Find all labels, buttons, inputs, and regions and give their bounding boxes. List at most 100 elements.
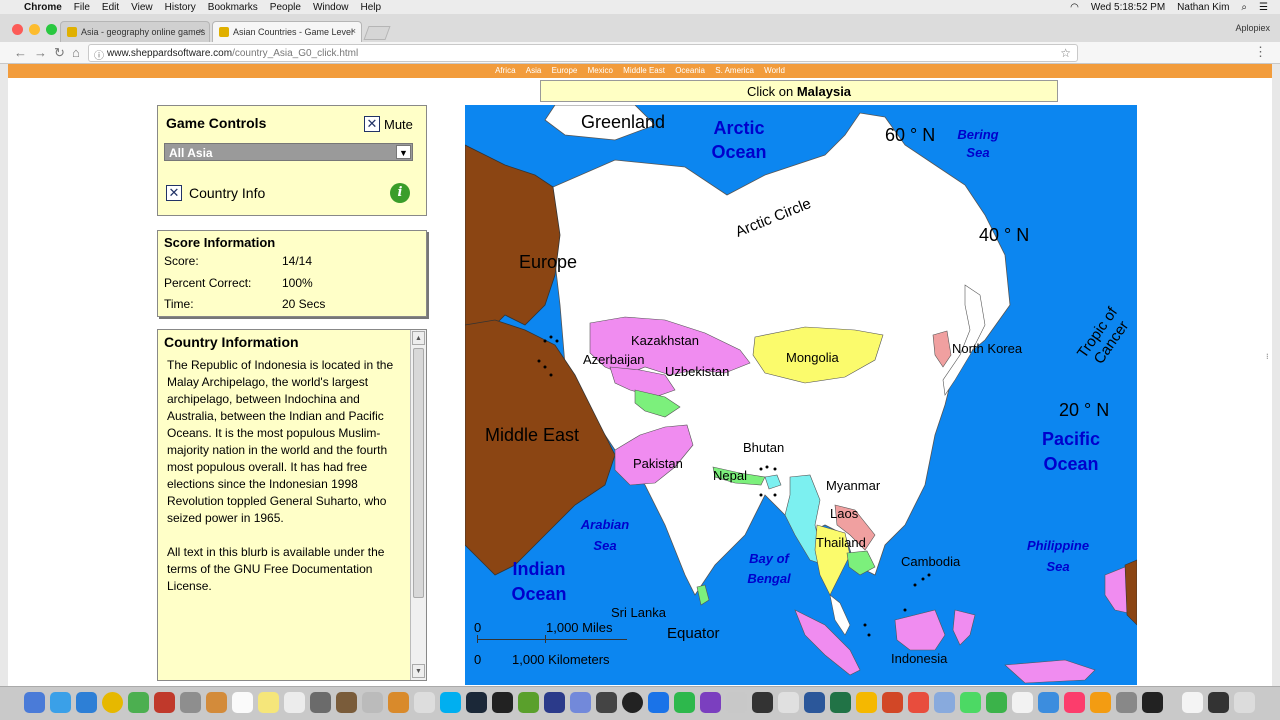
menu-people[interactable]: People: [270, 2, 301, 13]
wifi-icon[interactable]: ◠: [1070, 2, 1079, 13]
menu-help[interactable]: Help: [361, 2, 382, 13]
app-black-icon[interactable]: [752, 692, 773, 713]
page-info-icon[interactable]: ⓘ: [94, 47, 104, 62]
ibooks-icon[interactable]: [1090, 692, 1111, 713]
app-yellow-icon[interactable]: [856, 692, 877, 713]
nav-link-world[interactable]: World: [764, 66, 785, 75]
menu-window[interactable]: Window: [313, 2, 349, 13]
menu-bookmarks[interactable]: Bookmarks: [208, 2, 258, 13]
nav-link-oceania[interactable]: Oceania: [675, 66, 705, 75]
spotlight-icon[interactable]: ⌕: [1241, 2, 1247, 13]
user-name[interactable]: Nathan Kim: [1177, 2, 1229, 13]
reload-icon[interactable]: ↻: [54, 45, 65, 61]
profile-name[interactable]: Aplopiex: [1235, 23, 1270, 33]
messages-icon[interactable]: [960, 692, 981, 713]
nav-link-asia[interactable]: Asia: [526, 66, 542, 75]
nav-link-mexico[interactable]: Mexico: [588, 66, 613, 75]
finder-icon[interactable]: [24, 692, 45, 713]
app-orange-icon[interactable]: [388, 692, 409, 713]
reminders-icon[interactable]: [284, 692, 305, 713]
menu-file[interactable]: File: [74, 2, 90, 13]
info-icon[interactable]: i: [390, 183, 410, 203]
itunes-icon[interactable]: [1064, 692, 1085, 713]
photos-icon[interactable]: [908, 692, 929, 713]
clock[interactable]: Wed 5:18:52 PM: [1091, 2, 1165, 13]
app-white-icon[interactable]: [1012, 692, 1033, 713]
region-dropdown[interactable]: All Asia ▼: [164, 143, 413, 161]
tab-asia-geography[interactable]: Asia - geography online games ×: [60, 21, 210, 42]
new-tab-button[interactable]: [363, 26, 391, 40]
app-silver-icon[interactable]: [778, 692, 799, 713]
system-preferences-icon[interactable]: [1116, 692, 1137, 713]
close-window-button[interactable]: [12, 24, 23, 35]
app-gray-icon[interactable]: [310, 692, 331, 713]
home-icon[interactable]: ⌂: [72, 45, 80, 60]
preview-icon[interactable]: [180, 692, 201, 713]
discord-icon[interactable]: [570, 692, 591, 713]
notes-icon[interactable]: [258, 692, 279, 713]
asia-map[interactable]: Greenland Arctic Ocean 60 ° N Bering Sea…: [465, 105, 1137, 685]
chrome-menu-icon[interactable]: ⋮: [1254, 44, 1267, 60]
menu-view[interactable]: View: [131, 2, 153, 13]
mute-label[interactable]: Mute: [384, 117, 413, 132]
menu-history[interactable]: History: [165, 2, 196, 13]
bookmark-star-icon[interactable]: ☆: [1060, 46, 1071, 60]
word-icon[interactable]: [804, 692, 825, 713]
zoom-window-button[interactable]: [46, 24, 57, 35]
back-arrow-icon[interactable]: ←: [14, 45, 27, 60]
app-dark-icon[interactable]: [466, 692, 487, 713]
app-red-icon[interactable]: [154, 692, 175, 713]
nav-link-africa[interactable]: Africa: [495, 66, 515, 75]
trash-icon[interactable]: [1234, 692, 1255, 713]
scale-bar: [477, 639, 627, 640]
nav-link-south-america[interactable]: S. America: [715, 66, 754, 75]
excel-icon[interactable]: [830, 692, 851, 713]
app-sky-icon[interactable]: [934, 692, 955, 713]
notification-center-icon[interactable]: ☰: [1259, 2, 1268, 13]
minecraft-icon[interactable]: [518, 692, 539, 713]
app-piano-icon[interactable]: [1142, 692, 1163, 713]
country-info-scrollbar[interactable]: ▲ ▼: [410, 330, 426, 680]
mute-checkbox[interactable]: ✕: [364, 116, 380, 132]
app-blue-icon[interactable]: [648, 692, 669, 713]
app-purple-icon[interactable]: [700, 692, 721, 713]
safari-icon[interactable]: [76, 692, 97, 713]
scroll-down-icon[interactable]: ▼: [412, 664, 425, 678]
chrome-icon[interactable]: [102, 692, 123, 713]
nav-link-europe[interactable]: Europe: [552, 66, 578, 75]
app-light-icon[interactable]: [362, 692, 383, 713]
minimize-window-button[interactable]: [29, 24, 40, 35]
document-icon[interactable]: [1182, 692, 1203, 713]
obs-icon[interactable]: [622, 692, 643, 713]
menu-edit[interactable]: Edit: [102, 2, 119, 13]
app-charcoal-icon[interactable]: [596, 692, 617, 713]
skype-icon[interactable]: [440, 692, 461, 713]
calendar-icon[interactable]: [232, 692, 253, 713]
powerpoint-icon[interactable]: [882, 692, 903, 713]
app-navy-icon[interactable]: [544, 692, 565, 713]
app-store-icon[interactable]: [50, 692, 71, 713]
keynote-icon[interactable]: [1038, 692, 1059, 713]
browser-tab-strip: Asia - geography online games × Asian Co…: [0, 14, 1280, 42]
dropdown-arrow-icon[interactable]: ▼: [396, 145, 411, 159]
app-mu-icon[interactable]: [414, 692, 435, 713]
drive-icon[interactable]: [128, 692, 149, 713]
tab-close-icon[interactable]: ×: [199, 26, 204, 36]
tab-close-icon[interactable]: ×: [351, 26, 356, 36]
nav-link-middle-east[interactable]: Middle East: [623, 66, 665, 75]
facetime-icon[interactable]: [986, 692, 1007, 713]
app-brown-icon[interactable]: [336, 692, 357, 713]
country-info-checkbox[interactable]: ✕: [166, 185, 182, 201]
scroll-up-icon[interactable]: ▲: [412, 331, 425, 345]
app-box-icon[interactable]: [726, 692, 747, 713]
country-info-label[interactable]: Country Info: [189, 185, 265, 201]
steam-icon[interactable]: [492, 692, 513, 713]
contacts-icon[interactable]: [206, 692, 227, 713]
menu-app-name[interactable]: Chrome: [24, 2, 62, 13]
forward-arrow-icon[interactable]: →: [34, 45, 47, 60]
app-window-icon[interactable]: [1208, 692, 1229, 713]
address-bar[interactable]: ⓘ www.sheppardsoftware.com/country_Asia_…: [88, 44, 1078, 62]
app-green-icon[interactable]: [674, 692, 695, 713]
tab-asian-countries[interactable]: Asian Countries - Game Level ×: [212, 21, 362, 42]
scroll-thumb[interactable]: [413, 348, 424, 598]
